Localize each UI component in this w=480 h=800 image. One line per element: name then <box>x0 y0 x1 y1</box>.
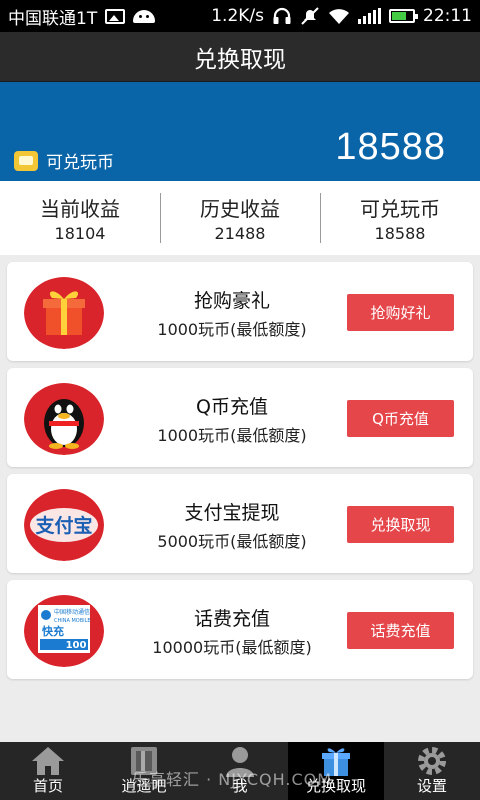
alipay-withdraw-button[interactable]: 兑换取现 <box>347 506 454 543</box>
gear-icon <box>418 747 446 775</box>
qcoin-recharge-button[interactable]: Q币充值 <box>347 400 454 437</box>
stat-value: 21488 <box>214 224 266 243</box>
stat-current-earnings: 当前收益 18104 <box>0 181 160 255</box>
card-cost: 5000玩币(最低额度) <box>157 532 307 551</box>
alipay-icon: 支付宝 <box>24 489 104 561</box>
balance-label-group: 可兑玩币 <box>14 148 114 173</box>
stat-label: 可兑玩币 <box>360 197 440 221</box>
clock: 22:11 <box>423 6 472 26</box>
mute-icon <box>301 7 319 25</box>
card-title: 话费充值 <box>193 608 270 630</box>
mobile-brand-text: 快充 <box>41 624 64 638</box>
redeem-card-phone: 中国移动通信 CHINA MOBILE 快充 100 话费充值 10000玩币(… <box>7 580 473 679</box>
balance-amount: 18588 <box>335 126 446 168</box>
card-title: 支付宝提现 <box>184 502 280 524</box>
card-title: Q币充值 <box>196 396 268 418</box>
china-mobile-icon: 中国移动通信 CHINA MOBILE 快充 100 <box>24 595 104 667</box>
page-title: 兑换取现 <box>194 46 286 73</box>
stat-value: 18104 <box>54 224 106 243</box>
nav-label: 设置 <box>416 777 447 795</box>
card-cost: 10000玩币(最低额度) <box>152 638 312 657</box>
stat-redeemable-coins: 可兑玩币 18588 <box>320 181 480 255</box>
mobile-logo-text: 中国移动通信 <box>54 608 90 616</box>
mobile-value-text: 100 <box>66 640 87 651</box>
balance-header: 可兑玩币 18588 <box>0 82 480 181</box>
page-title-bar: 兑换取现 <box>0 32 480 82</box>
gift-icon <box>24 277 104 349</box>
balance-label: 可兑玩币 <box>46 153 114 173</box>
stat-value: 18588 <box>374 224 426 243</box>
stat-label: 当前收益 <box>40 197 120 221</box>
phone-recharge-button[interactable]: 话费充值 <box>347 612 454 649</box>
battery-icon <box>389 9 418 23</box>
wallet-icon <box>14 150 38 171</box>
stats-row: 当前收益 18104 历史收益 21488 可兑玩币 18588 <box>0 181 480 255</box>
redeem-card-gift: 抢购豪礼 1000玩币(最低额度) 抢购好礼 <box>7 262 473 361</box>
nav-item-home[interactable]: 首页 <box>0 742 96 800</box>
card-cost: 1000玩币(最低额度) <box>157 320 307 339</box>
image-notification-icon <box>105 8 126 24</box>
stat-label: 历史收益 <box>200 197 280 221</box>
stat-history-earnings: 历史收益 21488 <box>160 181 320 255</box>
redeem-card-alipay: 支付宝 支付宝提现 5000玩币(最低额度) 兑换取现 <box>7 474 473 573</box>
signal-icon <box>358 8 381 24</box>
wifi-icon <box>329 9 349 24</box>
network-speed: 1.2K/s <box>211 6 264 26</box>
alipay-logo-text: 支付宝 <box>34 514 92 537</box>
card-title: 抢购豪礼 <box>193 290 270 312</box>
buy-gift-button[interactable]: 抢购好礼 <box>347 294 454 331</box>
redeem-list: 抢购豪礼 1000玩币(最低额度) 抢购好礼 Q币充值 1000玩币(最低额度)… <box>7 262 473 686</box>
qq-penguin-icon <box>24 383 104 455</box>
redeem-card-qcoin: Q币充值 1000玩币(最低额度) Q币充值 <box>7 368 473 467</box>
card-cost: 1000玩币(最低额度) <box>157 426 307 445</box>
mobile-logo-en: CHINA MOBILE <box>54 618 91 624</box>
status-bar: 中国联通1T 1.2K/s 22:11 <box>0 0 480 32</box>
headset-icon <box>273 7 291 24</box>
watermark: 乐享轻汇 · NJYCQH.COM <box>132 770 333 789</box>
nav-label: 首页 <box>32 777 63 795</box>
carrier-label: 中国联通1T <box>8 8 98 29</box>
home-icon <box>32 747 64 775</box>
nav-item-settings[interactable]: 设置 <box>384 742 480 800</box>
android-notification-icon <box>133 9 156 23</box>
